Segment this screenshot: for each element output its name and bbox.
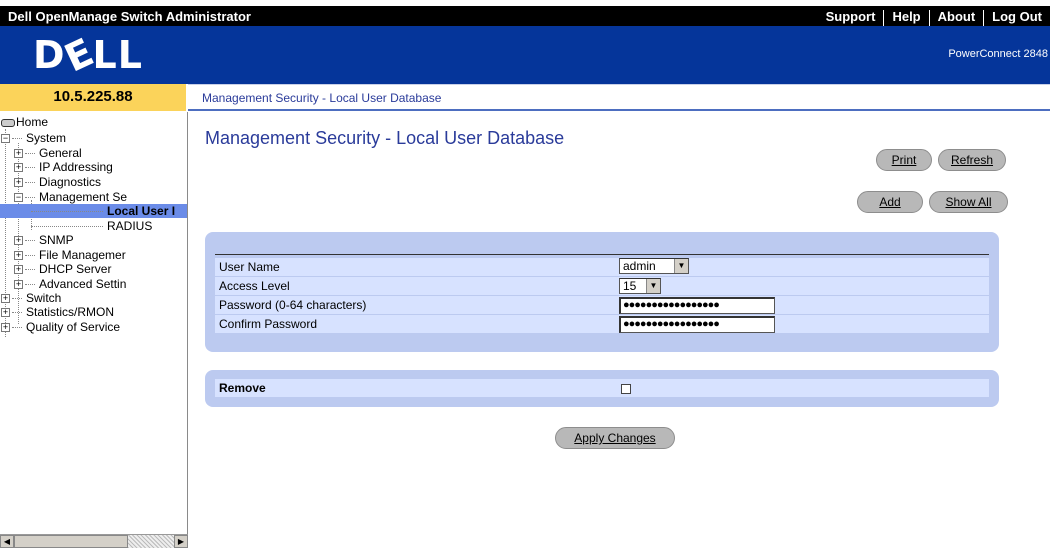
help-link[interactable]: Help (884, 9, 928, 26)
scroll-right-icon[interactable]: ▶ (174, 535, 188, 548)
tree-item-label: File Managemer (39, 248, 126, 262)
tree-item-ip-addressing[interactable]: + IP Addressing (14, 160, 113, 174)
tree-item-qos[interactable]: + Quality of Service (1, 320, 120, 334)
password-input[interactable]: ●●●●●●●●●●●●●●●●● (619, 297, 775, 314)
confirm-password-row: Confirm Password (215, 315, 989, 333)
expand-icon[interactable]: + (14, 251, 23, 261)
remove-checkbox[interactable] (621, 384, 631, 394)
user-form-panel: User Name Access Level Password (0-64 ch… (205, 232, 999, 352)
divider (215, 254, 989, 255)
tree-item-diagnostics[interactable]: + Diagnostics (14, 175, 101, 189)
tree-item-label: Home (16, 115, 49, 129)
confirm-password-label: Confirm Password (219, 317, 318, 331)
tree-item-local-user-database[interactable]: Local User I (0, 204, 187, 218)
tree-item-label: Advanced Settin (39, 277, 127, 291)
tree-item-statistics[interactable]: + Statistics/RMON (1, 305, 114, 319)
tree-item-label: Switch (26, 291, 62, 305)
scroll-thumb[interactable] (14, 535, 128, 548)
tree-item-dhcp-server[interactable]: + DHCP Server (14, 262, 111, 276)
access-level-value: 15 (623, 279, 637, 293)
tree-item-snmp[interactable]: + SNMP (14, 233, 74, 247)
dell-logo: DELL (33, 29, 143, 81)
home-icon (1, 118, 15, 127)
tree-item-home[interactable]: Home (1, 115, 48, 129)
password-row: Password (0-64 characters) (215, 296, 989, 314)
access-level-label: Access Level (219, 279, 290, 293)
tree-item-label: SNMP (39, 233, 74, 247)
expand-icon[interactable]: + (14, 178, 23, 188)
navigation-tree: Home − System + General + IP Addressing + Di… (0, 112, 188, 548)
add-button[interactable]: Add (857, 191, 923, 213)
access-level-row: Access Level (215, 277, 989, 295)
tree-item-label: Diagnostics (39, 175, 102, 189)
access-level-select[interactable]: 15 ▼ (619, 278, 661, 294)
chevron-down-icon[interactable]: ▼ (674, 259, 688, 273)
top-bar: Dell OpenManage Switch Administrator Sup… (0, 0, 1050, 26)
about-link[interactable]: About (930, 9, 984, 26)
page-title: Management Security - Local User Databas… (205, 128, 565, 148)
tree-item-label: IP Addressing (39, 160, 113, 174)
remove-label: Remove (219, 381, 266, 395)
support-link[interactable]: Support (818, 9, 884, 26)
expand-icon[interactable]: + (1, 323, 10, 333)
tree-item-system[interactable]: − System (1, 131, 66, 145)
confirm-password-input[interactable]: ●●●●●●●●●●●●●●●●● (619, 316, 775, 333)
expand-icon[interactable]: + (14, 236, 23, 246)
user-name-select[interactable]: admin ▼ (619, 258, 689, 274)
show-all-button[interactable]: Show All (929, 191, 1008, 213)
product-name: PowerConnect 2848 (948, 48, 1048, 60)
remove-row: Remove (215, 379, 989, 397)
tree-item-radius[interactable]: RADIUS (31, 219, 152, 233)
collapse-icon[interactable]: − (14, 193, 23, 203)
collapse-icon[interactable]: − (1, 134, 10, 144)
tree-horizontal-scrollbar[interactable]: ◀ ▶ (0, 534, 188, 548)
tree-item-label: Local User I (107, 204, 176, 218)
expand-icon[interactable]: + (14, 280, 23, 290)
scroll-left-icon[interactable]: ◀ (0, 535, 14, 548)
user-name-value: admin (623, 259, 656, 273)
breadcrumb-bar: Management Security - Local User Databas… (188, 84, 1050, 111)
print-button[interactable]: Print (876, 149, 932, 171)
ip-address: 10.5.225.88 (53, 88, 133, 105)
expand-icon[interactable]: + (14, 149, 23, 159)
expand-icon[interactable]: + (1, 308, 10, 318)
remove-panel: Remove (205, 370, 999, 407)
tree-item-management-security[interactable]: − Management Se (14, 190, 127, 204)
app-title: Dell OpenManage Switch Administrator (8, 9, 251, 24)
refresh-button[interactable]: Refresh (938, 149, 1006, 171)
tree-item-label: System (26, 131, 67, 145)
chevron-down-icon[interactable]: ▼ (646, 279, 660, 293)
expand-icon[interactable]: + (14, 265, 23, 275)
password-label: Password (0-64 characters) (219, 298, 367, 312)
tree-item-label: RADIUS (107, 219, 153, 233)
tree-item-label: Management Se (39, 190, 128, 204)
expand-icon[interactable]: + (14, 163, 23, 173)
user-name-row: User Name (215, 258, 989, 276)
tree-item-label: Quality of Service (26, 320, 121, 334)
brand-header: DELL PowerConnect 2848 (0, 26, 1050, 84)
expand-icon[interactable]: + (1, 294, 10, 304)
breadcrumb: Management Security - Local User Databas… (202, 91, 442, 105)
tree-item-label: DHCP Server (39, 262, 112, 276)
tree-item-switch[interactable]: + Switch (1, 291, 61, 305)
top-nav: Support Help About Log Out (818, 9, 1050, 26)
tree-item-general[interactable]: + General (14, 146, 82, 160)
tree-item-label: General (39, 146, 82, 160)
scroll-track[interactable] (128, 535, 174, 548)
tree-item-label: Statistics/RMON (26, 305, 115, 319)
tree-item-advanced-settings[interactable]: + Advanced Settin (14, 277, 126, 291)
ip-address-bar: 10.5.225.88 (0, 84, 187, 111)
user-name-label: User Name (219, 260, 280, 274)
tree-item-file-management[interactable]: + File Managemer (14, 248, 126, 262)
apply-changes-button[interactable]: Apply Changes (555, 427, 675, 449)
logout-link[interactable]: Log Out (984, 9, 1050, 26)
